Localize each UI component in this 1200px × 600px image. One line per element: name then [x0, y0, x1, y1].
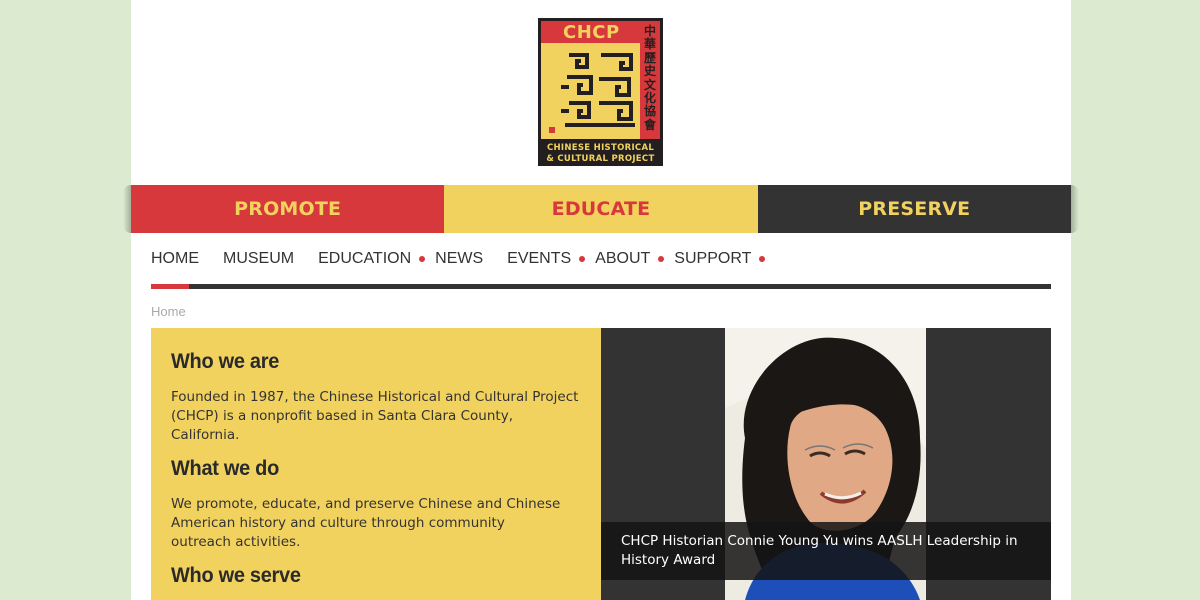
logo-corner-triangle: [541, 21, 563, 43]
logo-line-2: & CULTURAL PROJECT: [546, 154, 655, 164]
slogan-promote: PROMOTE: [131, 185, 445, 233]
submenu-dot-icon: [658, 256, 665, 262]
nav-label: MUSEUM: [223, 250, 295, 267]
nav-label: NEWS: [435, 250, 484, 267]
nav-label: HOME: [151, 250, 199, 267]
who-we-serve-heading: Who we serve: [171, 564, 301, 587]
band-shadow-left: [123, 185, 131, 233]
nav-item-museum[interactable]: MUSEUM: [223, 250, 294, 268]
slogan-preserve: PRESERVE: [757, 185, 1071, 233]
slogan-educate: EDUCATE: [444, 185, 758, 233]
nav-item-news[interactable]: NEWS: [435, 250, 483, 268]
logo-panel: CHCP 中華歷史文化協會: [541, 21, 660, 139]
feature-caption[interactable]: CHCP Historian Connie Young Yu wins AASL…: [601, 522, 1051, 580]
nav-item-home[interactable]: HOME: [151, 250, 199, 268]
breadcrumb: Home: [151, 304, 186, 319]
nav-active-indicator: [151, 284, 189, 289]
logo-abbr: CHCP: [563, 22, 620, 43]
nav-item-events[interactable]: EVENTS: [507, 250, 586, 268]
nav-underline: [151, 284, 1051, 289]
nav-label: EDUCATION: [318, 250, 412, 267]
who-we-are-heading: Who we are: [171, 350, 280, 373]
what-we-do-heading: What we do: [171, 457, 279, 480]
nav-label: ABOUT: [595, 250, 651, 267]
main-nav: HOME MUSEUM EDUCATION NEWS EVENTS ABOUT …: [151, 246, 775, 272]
feature-slider[interactable]: CHCP Historian Connie Young Yu wins AASL…: [601, 328, 1051, 600]
band-shadow-right: [1071, 185, 1079, 233]
nav-item-support[interactable]: SUPPORT: [674, 250, 766, 268]
logo-line-1: CHINESE HISTORICAL: [546, 143, 655, 153]
chcp-logo[interactable]: CHCP 中華歷史文化協會 CHINESE HISTORICAL & CULTU…: [538, 18, 663, 166]
nav-item-about[interactable]: ABOUT: [595, 250, 665, 268]
slogan-band: PROMOTE EDUCATE PRESERVE: [131, 185, 1071, 233]
nav-label: EVENTS: [507, 250, 572, 267]
nav-label: SUPPORT: [674, 250, 752, 267]
page-container: CHCP 中華歷史文化協會 CHINESE HISTORICAL & CULTU…: [123, 0, 1079, 600]
logo-chinese-name: 中華歷史文化協會: [643, 24, 656, 132]
breadcrumb-home[interactable]: Home: [151, 304, 186, 319]
nav-item-education[interactable]: EDUCATION: [318, 250, 426, 268]
logo-red-square: [549, 127, 555, 133]
who-we-are-text: Founded in 1987, the Chinese Historical …: [171, 389, 579, 443]
feature-caption-text: CHCP Historian Connie Young Yu wins AASL…: [621, 533, 1018, 568]
submenu-dot-icon: [759, 256, 766, 262]
submenu-dot-icon: [419, 256, 426, 262]
about-panel: Who we are Founded in 1987, the Chinese …: [151, 328, 601, 600]
what-we-do-text: We promote, educate, and preserve Chines…: [171, 496, 561, 550]
cloud-scroll-icon: [561, 45, 639, 135]
submenu-dot-icon: [579, 256, 586, 262]
